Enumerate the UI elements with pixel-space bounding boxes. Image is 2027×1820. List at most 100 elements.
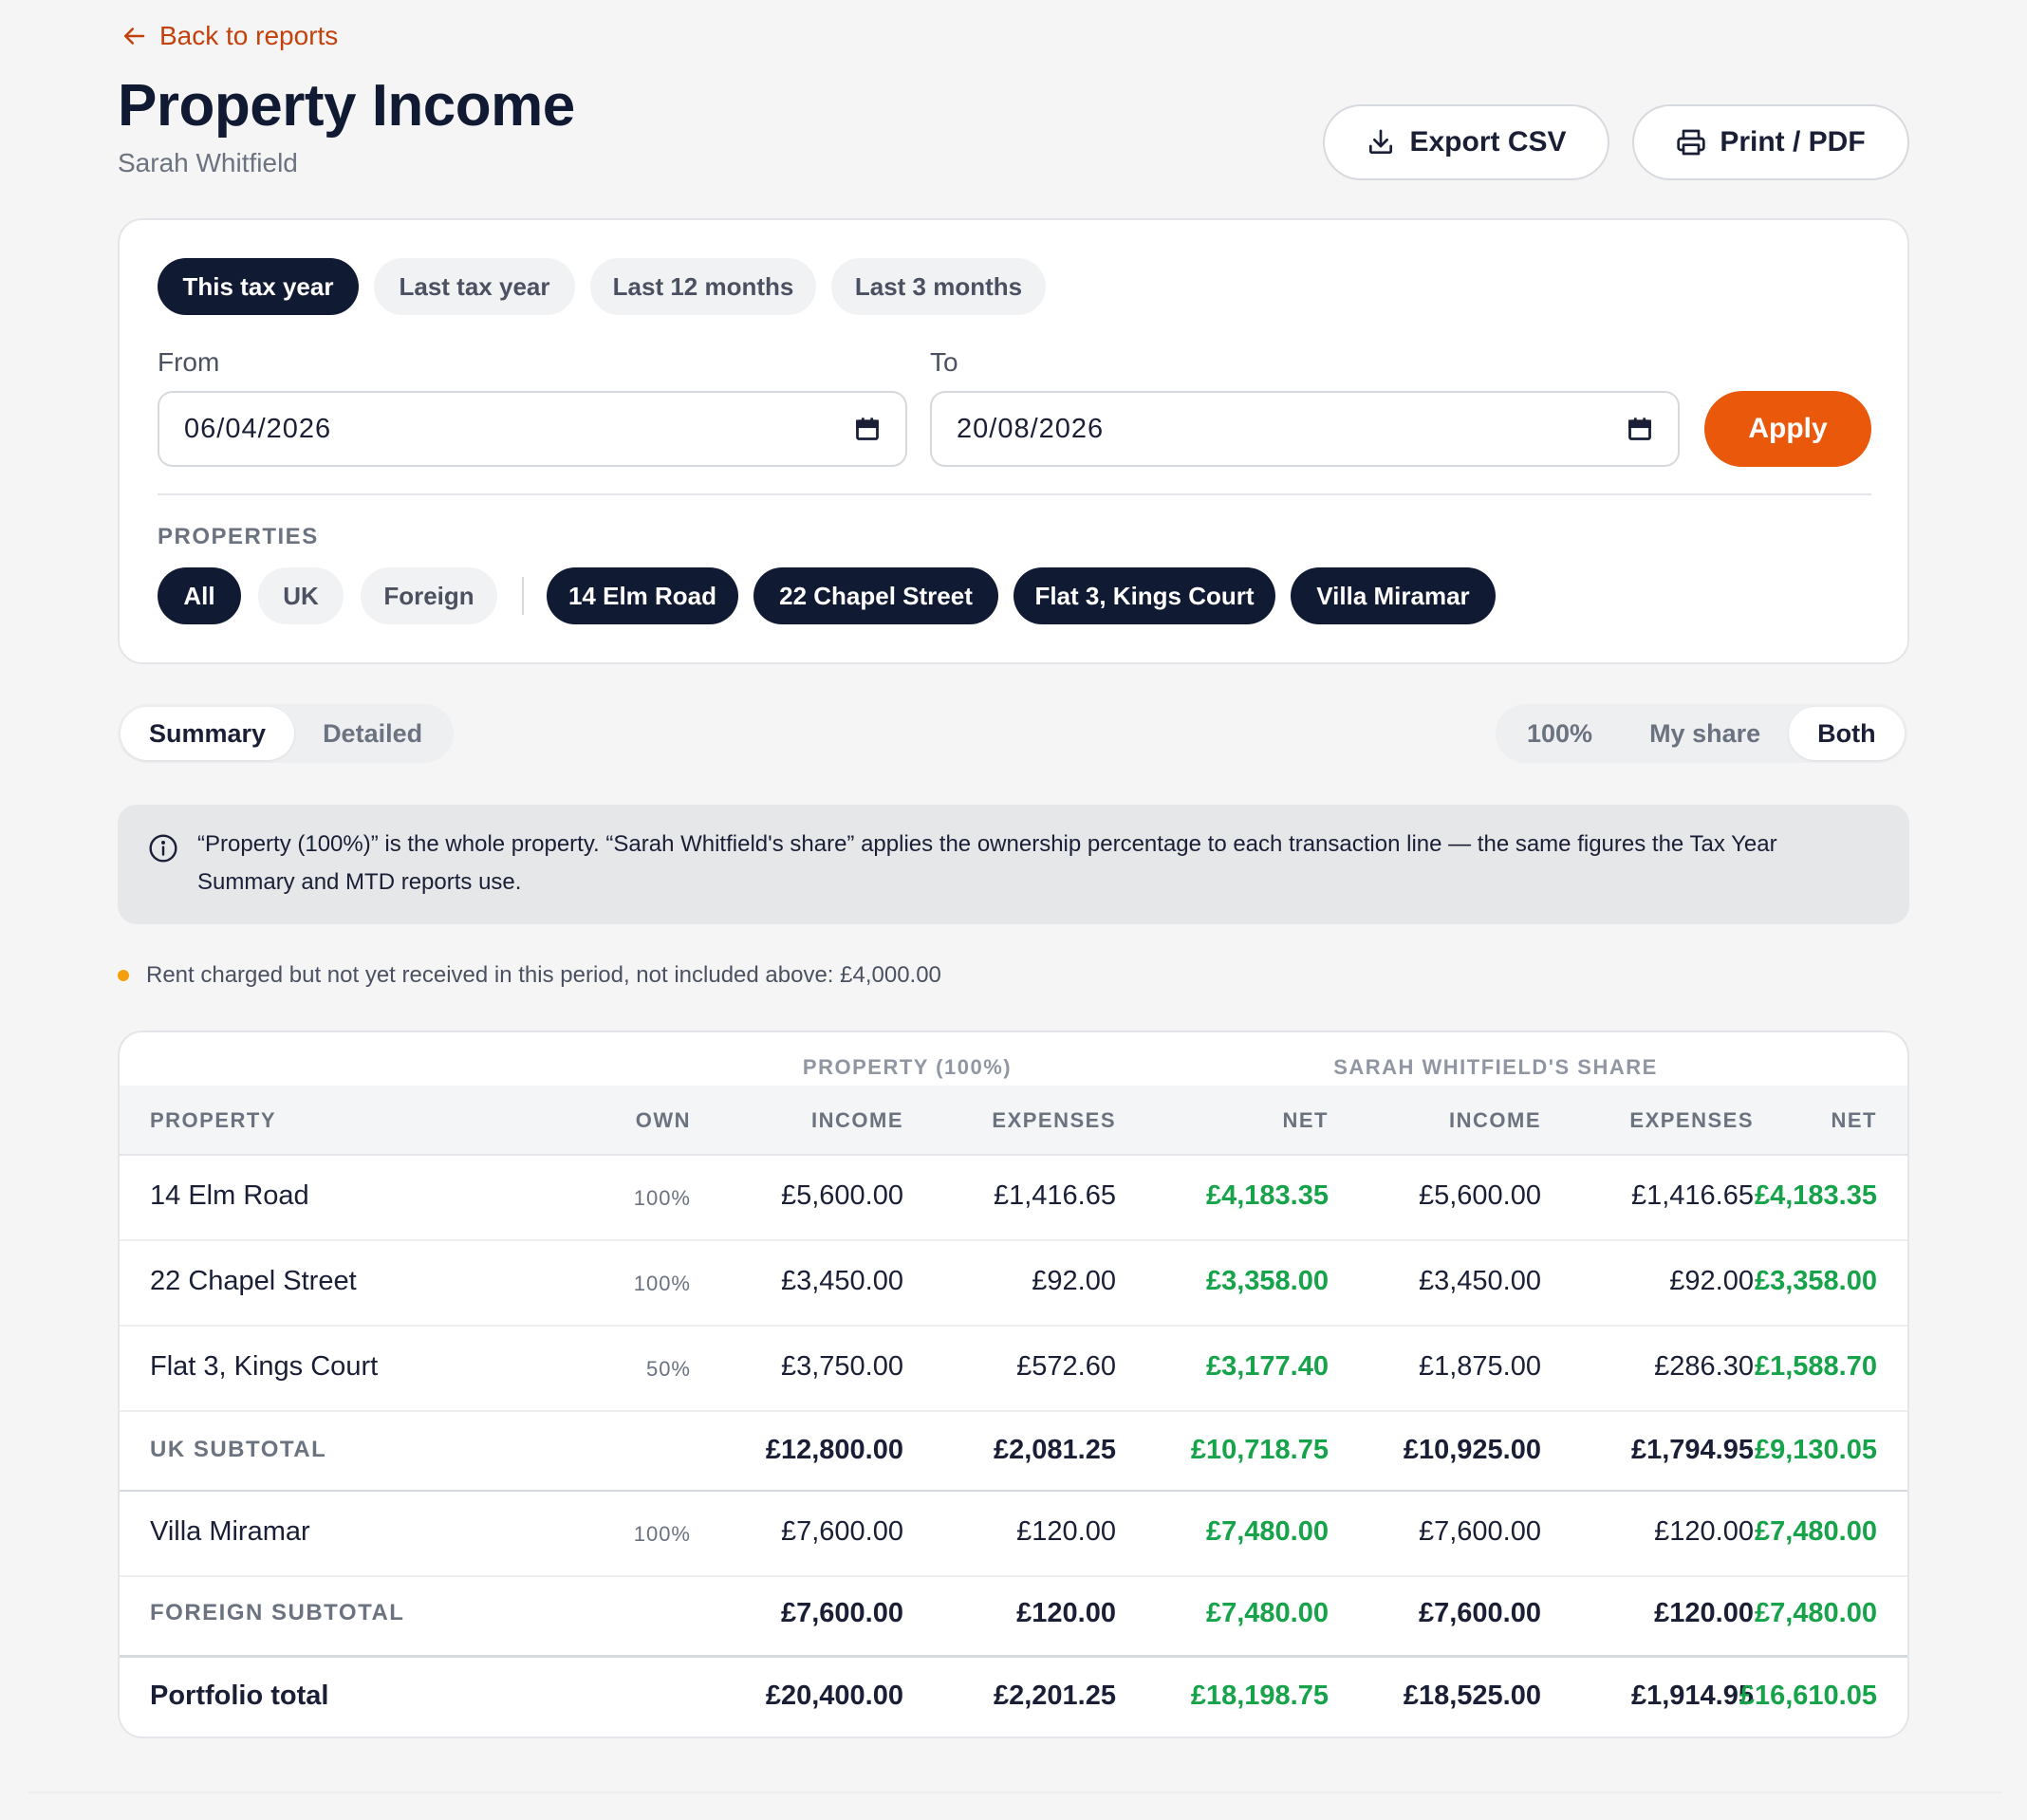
apply-button[interactable]: Apply xyxy=(1704,391,1871,467)
print-pdf-label: Print / PDF xyxy=(1720,126,1866,158)
period-this-tax-year[interactable]: This tax year xyxy=(158,258,359,315)
col-share-expenses: EXPENSES xyxy=(1629,1108,1754,1132)
col-property: PROPERTY xyxy=(150,1108,277,1132)
scope-all[interactable]: All xyxy=(158,567,241,624)
ownership: 100% xyxy=(633,1186,691,1210)
pill-separator xyxy=(522,577,524,615)
share-net: £16,610.05 xyxy=(1739,1681,1877,1711)
scope-foreign[interactable]: Foreign xyxy=(361,567,497,624)
property-pill-22-chapel-street[interactable]: 22 Chapel Street xyxy=(753,567,998,624)
net: £7,480.00 xyxy=(1205,1598,1329,1628)
period-last-3-months[interactable]: Last 3 months xyxy=(831,258,1046,315)
property-name: 14 Elm Road xyxy=(150,1180,309,1211)
back-to-reports-link[interactable]: Back to reports xyxy=(120,21,338,51)
income: £12,800.00 xyxy=(765,1435,903,1465)
table-row[interactable]: Flat 3, Kings Court 50% £3,750.00 £572.6… xyxy=(120,1327,1907,1412)
share-expenses: £1,416.65 xyxy=(1630,1180,1754,1211)
calendar-icon[interactable] xyxy=(854,416,881,442)
table-row[interactable]: Villa Miramar 100% £7,600.00 £120.00 £7,… xyxy=(120,1492,1907,1577)
expenses: £120.00 xyxy=(1016,1598,1116,1628)
income: £7,600.00 xyxy=(780,1516,903,1547)
net: £3,177.40 xyxy=(1205,1351,1329,1382)
from-date-value: 06/04/2026 xyxy=(184,413,332,444)
net: £4,183.35 xyxy=(1205,1180,1329,1211)
total-label: Portfolio total xyxy=(150,1681,329,1711)
arrow-left-icon xyxy=(124,28,145,45)
from-label: From xyxy=(158,347,220,377)
printer-icon xyxy=(1677,129,1705,156)
share-income: £10,925.00 xyxy=(1403,1435,1541,1465)
share-income: £18,525.00 xyxy=(1403,1681,1541,1711)
group-header-share: SARAH WHITFIELD'S SHARE xyxy=(1333,1055,1658,1079)
page-title: Property Income xyxy=(118,73,575,139)
expenses: £1,416.65 xyxy=(993,1180,1116,1211)
share-100-tab[interactable]: 100% xyxy=(1498,707,1621,760)
subtotal-label: FOREIGN SUBTOTAL xyxy=(150,1600,405,1625)
ownership: 100% xyxy=(633,1522,691,1546)
expenses: £2,201.25 xyxy=(993,1681,1116,1711)
income: £5,600.00 xyxy=(780,1180,903,1211)
view-mode-toggle: Summary Detailed xyxy=(118,704,455,763)
share-net: £1,588.70 xyxy=(1754,1351,1877,1382)
share-expenses: £1,794.95 xyxy=(1630,1435,1754,1465)
share-expenses: £120.00 xyxy=(1654,1598,1754,1628)
expenses: £120.00 xyxy=(1016,1516,1116,1547)
share-expenses: £286.30 xyxy=(1654,1351,1754,1382)
group-header-property: PROPERTY (100%) xyxy=(802,1055,1013,1079)
net: £7,480.00 xyxy=(1205,1516,1329,1547)
income: £3,750.00 xyxy=(780,1351,903,1382)
to-label: To xyxy=(930,347,958,377)
divider xyxy=(158,493,1871,495)
property-name: Flat 3, Kings Court xyxy=(150,1351,379,1382)
share-expenses: £120.00 xyxy=(1654,1516,1754,1547)
share-toggle: 100% My share Both xyxy=(1496,704,1907,763)
property-pill-flat-3-kings-court[interactable]: Flat 3, Kings Court xyxy=(1014,567,1275,624)
period-last-tax-year[interactable]: Last tax year xyxy=(374,258,575,315)
from-date-input[interactable]: 06/04/2026 xyxy=(158,391,907,467)
income-table: PROPERTY (100%) SARAH WHITFIELD'S SHARE … xyxy=(118,1031,1909,1738)
share-expenses: £92.00 xyxy=(1669,1266,1754,1296)
to-date-value: 20/08/2026 xyxy=(957,413,1105,444)
income: £20,400.00 xyxy=(765,1681,903,1711)
export-csv-label: Export CSV xyxy=(1409,126,1567,158)
info-callout: “Property (100%)” is the whole property.… xyxy=(118,805,1909,924)
period-last-12-months[interactable]: Last 12 months xyxy=(590,258,816,315)
property-name: Villa Miramar xyxy=(150,1516,310,1547)
to-date-input[interactable]: 20/08/2026 xyxy=(930,391,1680,467)
owner-name: Sarah Whitfield xyxy=(118,148,298,177)
share-both-tab[interactable]: Both xyxy=(1789,707,1905,760)
share-my-share-tab[interactable]: My share xyxy=(1621,707,1789,760)
col-income: INCOME xyxy=(811,1108,903,1132)
print-pdf-button[interactable]: Print / PDF xyxy=(1632,104,1909,180)
share-income: £5,600.00 xyxy=(1418,1180,1541,1211)
back-link-label: Back to reports xyxy=(159,21,339,50)
subtotal-row: UK SUBTOTAL £12,800.00 £2,081.25 £10,718… xyxy=(120,1412,1907,1492)
table-row[interactable]: 22 Chapel Street 100% £3,450.00 £92.00 £… xyxy=(120,1241,1907,1327)
view-detailed-tab[interactable]: Detailed xyxy=(294,707,451,760)
scope-uk[interactable]: UK xyxy=(258,567,344,624)
filter-card: This tax year Last tax year Last 12 mont… xyxy=(118,218,1909,664)
properties-label: PROPERTIES xyxy=(158,524,319,549)
export-csv-button[interactable]: Export CSV xyxy=(1323,104,1609,180)
share-expenses: £1,914.95 xyxy=(1630,1681,1754,1711)
property-pill-villa-miramar[interactable]: Villa Miramar xyxy=(1291,567,1496,624)
download-icon xyxy=(1369,129,1393,154)
share-net: £7,480.00 xyxy=(1754,1516,1877,1547)
table-row[interactable]: 14 Elm Road 100% £5,600.00 £1,416.65 £4,… xyxy=(120,1156,1907,1241)
view-summary-tab[interactable]: Summary xyxy=(121,707,295,760)
col-share-net: NET xyxy=(1831,1108,1877,1132)
subtotal-label: UK SUBTOTAL xyxy=(150,1437,327,1462)
property-pill-14-elm-road[interactable]: 14 Elm Road xyxy=(547,567,738,624)
ownership: 100% xyxy=(633,1272,691,1295)
expenses: £572.60 xyxy=(1016,1351,1116,1382)
table-header: PROPERTY OWN INCOME EXPENSES NET INCOME … xyxy=(120,1086,1907,1156)
col-share-income: INCOME xyxy=(1449,1108,1541,1132)
arrears-note-text: Rent charged but not yet received in thi… xyxy=(146,962,941,988)
total-row: Portfolio total £20,400.00 £2,201.25 £18… xyxy=(120,1655,1907,1736)
share-income: £7,600.00 xyxy=(1418,1516,1541,1547)
col-net: NET xyxy=(1282,1108,1329,1132)
calendar-icon[interactable] xyxy=(1627,416,1653,442)
share-net: £9,130.05 xyxy=(1754,1435,1877,1465)
info-icon xyxy=(149,834,177,863)
col-expenses: EXPENSES xyxy=(992,1108,1116,1132)
